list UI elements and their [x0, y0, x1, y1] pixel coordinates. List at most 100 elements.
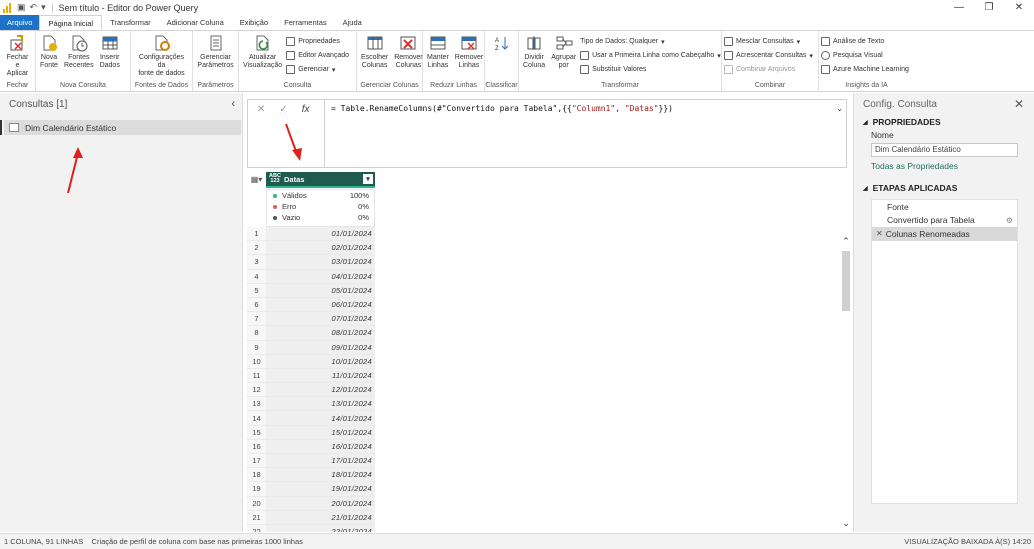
append-queries-button[interactable]: Acrescentar Consultas ▾	[724, 50, 813, 61]
table-row[interactable]: 4 04/01/2024	[247, 269, 375, 284]
formula-input[interactable]: = Table.RenameColumns(#"Convertido para …	[324, 100, 846, 168]
cell-date[interactable]: 06/01/2024	[266, 297, 375, 312]
step-item[interactable]: Fonte	[872, 200, 1017, 214]
undo-icon[interactable]: ↶	[30, 2, 38, 13]
table-row[interactable]: 11 11/01/2024	[247, 368, 375, 384]
azure-ml-button[interactable]: Azure Machine Learning	[821, 64, 909, 75]
vision-button[interactable]: Pesquisa Visual	[821, 50, 909, 61]
cell-date[interactable]: 17/01/2024	[266, 454, 375, 468]
sort-button[interactable]: AZ	[491, 33, 513, 80]
data-type-dropdown[interactable]: Tipo de Dados: Qualquer ▾	[580, 36, 721, 47]
close-apply-button[interactable]: Fechar e Aplicar	[2, 33, 33, 80]
cell-date[interactable]: 18/01/2024	[266, 468, 375, 482]
tab-ajuda[interactable]: Ajuda	[335, 15, 370, 30]
close-panel-icon[interactable]: ✕	[1014, 97, 1024, 111]
table-row[interactable]: 19 19/01/2024	[247, 482, 375, 497]
all-properties-link[interactable]: Todas as Propriedades	[854, 161, 1034, 173]
data-source-settings-button[interactable]: Configurações da fonte de dados	[133, 33, 190, 80]
remove-columns-button[interactable]: Remover Colunas	[392, 33, 424, 80]
scroll-up-icon[interactable]: ⌃	[840, 236, 852, 246]
scroll-thumb[interactable]	[842, 251, 850, 311]
table-row[interactable]: 18 18/01/2024	[247, 468, 375, 483]
delete-step-icon[interactable]: ✕	[876, 229, 883, 238]
tab-adicionar-coluna[interactable]: Adicionar Coluna	[159, 15, 232, 30]
cell-date[interactable]: 14/01/2024	[266, 411, 375, 425]
table-row[interactable]: 5 05/01/2024	[247, 283, 375, 298]
cell-date[interactable]: 07/01/2024	[266, 312, 375, 326]
text-analytics-button[interactable]: Análise de Texto	[821, 36, 909, 47]
cell-date[interactable]: 20/01/2024	[266, 496, 375, 510]
table-row[interactable]: 16 16/01/2024	[247, 439, 375, 454]
applied-steps-section-header[interactable]: ◢ ETAPAS APLICADAS	[854, 181, 1034, 195]
tab-transformar[interactable]: Transformar	[102, 15, 159, 30]
column-header-datas[interactable]: ABC 123 Datas ▾	[266, 172, 375, 186]
cell-date[interactable]: 12/01/2024	[266, 383, 375, 397]
remove-rows-button[interactable]: Remover Linhas	[453, 33, 485, 80]
cell-date[interactable]: 21/01/2024	[266, 510, 375, 524]
query-name-input[interactable]: Dim Calendário Estático	[871, 143, 1018, 157]
cell-date[interactable]: 10/01/2024	[266, 354, 375, 368]
manage-query-button[interactable]: Gerenciar ▾	[286, 64, 349, 75]
row-number[interactable]: 3	[247, 255, 266, 269]
cell-date[interactable]: 04/01/2024	[266, 269, 375, 283]
recent-sources-button[interactable]: Fontes Recentes	[62, 33, 96, 80]
table-row[interactable]: 20 20/01/2024	[247, 496, 375, 511]
row-number[interactable]: 1	[247, 227, 266, 241]
properties-section-header[interactable]: ◢ PROPRIEDADES	[854, 115, 1034, 129]
new-source-button[interactable]: Nova Fonte	[38, 33, 60, 80]
cell-date[interactable]: 02/01/2024	[266, 241, 375, 255]
table-row[interactable]: 21 21/01/2024	[247, 510, 375, 525]
row-number[interactable]: 22	[247, 524, 266, 532]
cell-date[interactable]: 19/01/2024	[266, 482, 375, 496]
row-number[interactable]: 12	[247, 383, 266, 397]
row-number[interactable]: 2	[247, 241, 266, 255]
minimize-button[interactable]: —	[944, 0, 974, 15]
row-number[interactable]: 4	[247, 269, 266, 283]
table-menu-icon[interactable]: ▦▾	[247, 172, 266, 186]
row-number[interactable]: 13	[247, 397, 266, 411]
row-number[interactable]: 5	[247, 283, 266, 297]
row-number[interactable]: 15	[247, 425, 266, 439]
cell-date[interactable]: 08/01/2024	[266, 326, 375, 340]
table-row[interactable]: 22 22/01/2024	[247, 524, 375, 532]
table-row[interactable]: 9 09/01/2024	[247, 340, 375, 355]
row-number[interactable]: 14	[247, 411, 266, 425]
split-column-button[interactable]: Dividir Coluna	[521, 33, 547, 80]
row-number[interactable]: 9	[247, 340, 266, 354]
table-row[interactable]: 12 12/01/2024	[247, 383, 375, 398]
step-item[interactable]: Convertido para Tabela ⚙	[872, 214, 1017, 228]
manage-parameters-button[interactable]: Gerenciar Parâmetros	[195, 33, 236, 80]
cell-date[interactable]: 11/01/2024	[266, 368, 375, 383]
combine-files-button[interactable]: Combinar Arquivos	[724, 64, 813, 75]
row-number[interactable]: 8	[247, 326, 266, 340]
confirm-icon[interactable]: ✓	[279, 104, 287, 115]
table-row[interactable]: 2 02/01/2024	[247, 241, 375, 256]
replace-values-button[interactable]: Substituir Valores	[580, 64, 721, 75]
table-row[interactable]: 17 17/01/2024	[247, 454, 375, 469]
customize-dropdown-icon[interactable]: ▾	[41, 2, 46, 13]
cancel-icon[interactable]: ✕	[257, 104, 265, 115]
tab-exibicao[interactable]: Exibição	[232, 15, 276, 30]
row-number[interactable]: 20	[247, 496, 266, 510]
data-type-icon[interactable]: ABC 123	[269, 173, 281, 184]
row-number[interactable]: 19	[247, 482, 266, 496]
table-row[interactable]: 15 15/01/2024	[247, 425, 375, 440]
merge-queries-button[interactable]: Mesclar Consultas ▾	[724, 36, 813, 47]
save-icon[interactable]: ▣	[17, 2, 26, 13]
refresh-preview-button[interactable]: Atualizar Visualização	[241, 33, 284, 80]
row-number[interactable]: 21	[247, 510, 266, 524]
filter-dropdown-icon[interactable]: ▾	[363, 174, 373, 184]
collapse-panel-icon[interactable]: ‹	[231, 98, 235, 110]
table-row[interactable]: 13 13/01/2024	[247, 397, 375, 412]
enter-data-button[interactable]: Inserir Dados	[98, 33, 122, 80]
row-number[interactable]: 10	[247, 354, 266, 368]
tab-arquivo[interactable]: Arquivo	[0, 15, 40, 30]
query-item[interactable]: Dim Calendário Estático	[0, 120, 241, 135]
step-item-selected[interactable]: ✕ Colunas Renomeadas	[872, 227, 1017, 241]
cell-date[interactable]: 22/01/2024	[266, 524, 375, 532]
cell-date[interactable]: 05/01/2024	[266, 283, 375, 297]
table-row[interactable]: 6 06/01/2024	[247, 297, 375, 313]
scroll-down-icon[interactable]: ⌄	[840, 518, 852, 528]
cell-date[interactable]: 15/01/2024	[266, 425, 375, 439]
row-number[interactable]: 11	[247, 368, 266, 383]
